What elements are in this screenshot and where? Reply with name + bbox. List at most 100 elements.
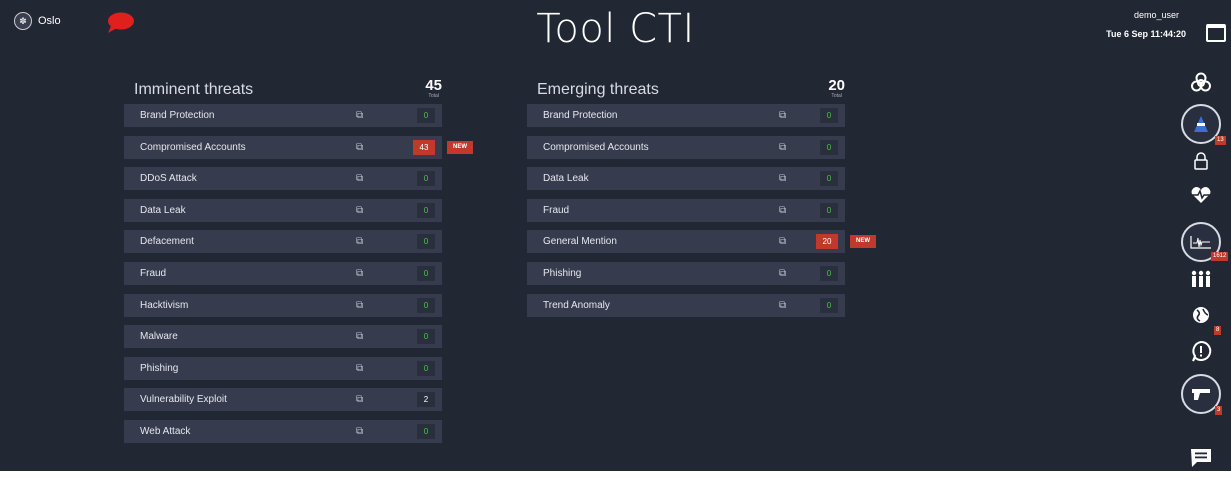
- threat-row[interactable]: Trend Anomaly ⧉ 0: [527, 293, 845, 317]
- external-link-icon[interactable]: ⧉: [356, 268, 363, 279]
- threat-label: Compromised Accounts: [140, 141, 246, 153]
- external-link-icon[interactable]: ⧉: [356, 110, 363, 121]
- threat-count[interactable]: 0: [417, 265, 435, 281]
- external-link-icon[interactable]: ⧉: [356, 236, 363, 247]
- threat-label: Phishing: [543, 267, 582, 279]
- threat-row[interactable]: Fraud ⧉ 0: [527, 198, 845, 222]
- threat-label: Defacement: [140, 236, 194, 248]
- threat-row[interactable]: Fraud ⧉ 0: [124, 261, 442, 285]
- threat-count[interactable]: 0: [820, 139, 838, 155]
- external-link-icon[interactable]: ⧉: [779, 300, 786, 311]
- external-link-icon[interactable]: ⧉: [356, 205, 363, 216]
- imminent-threats-panel: Imminent threats 45 Total Brand Protecti…: [124, 78, 474, 452]
- notification-badge: 8: [1214, 326, 1222, 335]
- threat-count[interactable]: 0: [820, 171, 838, 187]
- total-value: 20: [828, 77, 845, 94]
- threat-label: Data Leak: [140, 204, 186, 216]
- alert-icon[interactable]: [1171, 340, 1231, 364]
- new-badge: NEW: [850, 235, 876, 249]
- threat-count[interactable]: 0: [417, 202, 435, 218]
- new-badge: NEW: [447, 140, 473, 154]
- globe-button[interactable]: 8: [1171, 306, 1231, 335]
- threat-row[interactable]: Web Attack ⧉ 0: [124, 419, 442, 443]
- page-title: Tool CTI: [536, 6, 695, 52]
- external-link-icon[interactable]: ⧉: [356, 426, 363, 437]
- external-link-icon[interactable]: ⧉: [779, 110, 786, 121]
- panel-title: Emerging threats: [537, 81, 659, 98]
- biohazard-icon[interactable]: [1171, 72, 1231, 98]
- user-name[interactable]: demo_user: [1134, 10, 1179, 20]
- threat-row[interactable]: General Mention ⧉ 20 NEW: [527, 230, 876, 254]
- external-link-icon[interactable]: ⧉: [356, 394, 363, 405]
- threat-count[interactable]: 0: [820, 297, 838, 313]
- threat-label: Fraud: [543, 204, 570, 216]
- threat-count[interactable]: 20: [816, 234, 838, 250]
- emerging-threats-panel: Emerging threats 20 Total Brand Protecti…: [527, 78, 877, 325]
- datetime: Tue 6 Sep 11:44:20: [1106, 29, 1186, 39]
- threat-row[interactable]: Defacement ⧉ 0: [124, 230, 442, 254]
- threat-count[interactable]: 0: [417, 171, 435, 187]
- external-link-icon[interactable]: ⧉: [779, 268, 786, 279]
- external-link-icon[interactable]: ⧉: [356, 142, 363, 153]
- heartbeat-icon[interactable]: [1171, 186, 1231, 208]
- external-link-icon[interactable]: ⧉: [779, 142, 786, 153]
- globe-icon: [1193, 307, 1209, 323]
- chat-icon[interactable]: [1171, 448, 1231, 472]
- threat-count[interactable]: 0: [417, 329, 435, 345]
- threat-row[interactable]: Compromised Accounts ⧉ 43 NEW: [124, 135, 473, 159]
- threat-row[interactable]: Brand Protection ⧉ 0: [527, 104, 845, 127]
- threat-count[interactable]: 0: [820, 265, 838, 281]
- threat-row[interactable]: DDoS Attack ⧉ 0: [124, 167, 442, 191]
- threat-row[interactable]: Compromised Accounts ⧉ 0: [527, 135, 845, 159]
- threat-count[interactable]: 0: [417, 234, 435, 250]
- threat-label: Trend Anomaly: [543, 299, 610, 311]
- people-icon[interactable]: [1171, 270, 1231, 292]
- threat-label: Fraud: [140, 267, 167, 279]
- threat-row[interactable]: Vulnerability Exploit ⧉ 2: [124, 388, 442, 412]
- seismograph-button[interactable]: 1612: [1171, 222, 1231, 262]
- threat-row[interactable]: Hacktivism ⧉ 0: [124, 293, 442, 317]
- external-link-icon[interactable]: ⧉: [779, 173, 786, 184]
- threat-count[interactable]: 0: [417, 108, 435, 123]
- threat-count[interactable]: 2: [417, 392, 435, 408]
- threat-label: Brand Protection: [543, 110, 618, 121]
- threat-count[interactable]: 0: [820, 108, 838, 123]
- threat-count[interactable]: 0: [820, 202, 838, 218]
- external-link-icon[interactable]: ⧉: [356, 331, 363, 342]
- threat-label: Hacktivism: [140, 299, 189, 311]
- threat-row[interactable]: Phishing ⧉ 0: [527, 261, 845, 285]
- notification-badge: 1612: [1211, 252, 1229, 261]
- hacker-button[interactable]: 13: [1171, 104, 1231, 145]
- threat-row[interactable]: Data Leak ⧉ 0: [124, 198, 442, 222]
- window-icon[interactable]: [1206, 24, 1226, 42]
- threat-label: Malware: [140, 331, 178, 343]
- threat-label: Data Leak: [543, 173, 589, 185]
- total-counter: 45 Total: [425, 78, 442, 99]
- threat-count[interactable]: 0: [417, 360, 435, 376]
- external-link-icon[interactable]: ⧉: [356, 173, 363, 184]
- threat-count[interactable]: 43: [413, 139, 435, 155]
- threat-label: Web Attack: [140, 425, 191, 437]
- external-link-icon[interactable]: ⧉: [356, 300, 363, 311]
- threat-label: Phishing: [140, 362, 179, 374]
- lock-icon[interactable]: [1171, 152, 1231, 174]
- panel-title: Imminent threats: [134, 81, 254, 98]
- external-link-icon[interactable]: ⧉: [779, 236, 786, 247]
- threat-count[interactable]: 0: [417, 297, 435, 313]
- external-link-icon[interactable]: ⧉: [779, 205, 786, 216]
- threat-row[interactable]: Malware ⧉ 0: [124, 325, 442, 349]
- threat-row[interactable]: Data Leak ⧉ 0: [527, 167, 845, 191]
- total-counter: 20 Total: [828, 78, 845, 99]
- threat-label: Compromised Accounts: [543, 141, 649, 153]
- app-window: ✽ Oslo Tool CTI demo_user Tue 6 Sep 11:4…: [0, 0, 1231, 471]
- threat-count[interactable]: 0: [417, 423, 435, 439]
- notification-badge: 3: [1215, 406, 1223, 415]
- threat-row[interactable]: Brand Protection ⧉ 0: [124, 104, 442, 127]
- gun-button[interactable]: 3: [1171, 374, 1231, 415]
- threat-label: General Mention: [543, 236, 617, 248]
- notification-badge: 13: [1215, 136, 1226, 145]
- threat-row[interactable]: Phishing ⧉ 0: [124, 356, 442, 380]
- total-value: 45: [425, 77, 442, 94]
- external-link-icon[interactable]: ⧉: [356, 363, 363, 374]
- threat-label: Brand Protection: [140, 110, 215, 121]
